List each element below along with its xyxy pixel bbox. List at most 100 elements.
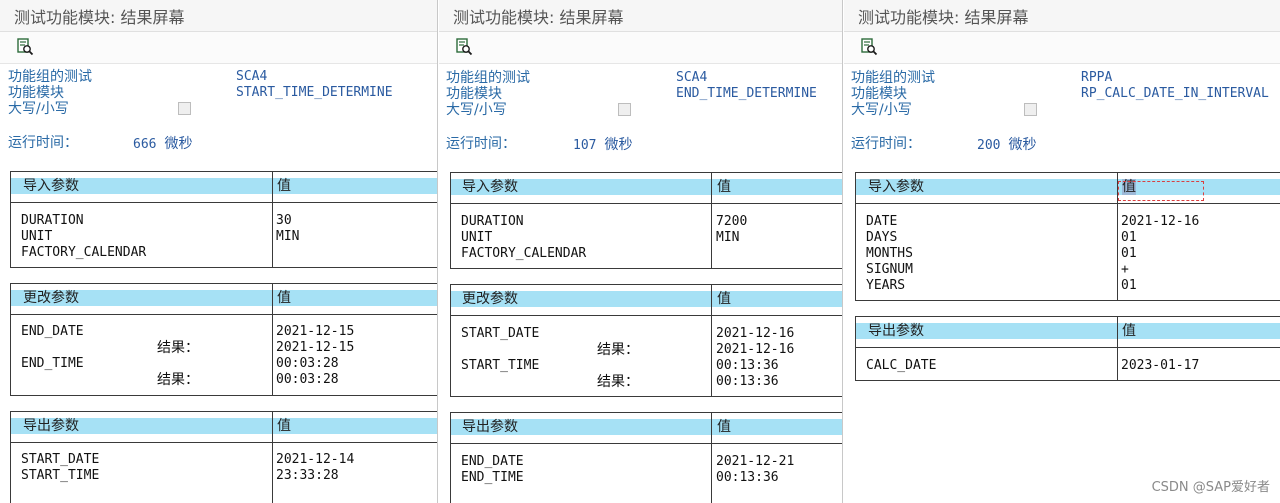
title-bar: 测试功能模块: 结果屏幕 — [0, 0, 437, 32]
param-value: 00:13:36 — [716, 470, 779, 485]
result-value: 00:13:36 — [716, 374, 779, 389]
table-title: 导入参数 — [462, 179, 518, 195]
table-header-band: 更改参数 值 — [451, 291, 842, 307]
param-name: END_TIME — [21, 356, 84, 371]
table-header-band: 导入参数 值 — [451, 179, 842, 195]
screen-title: 测试功能模块: 结果屏幕 — [14, 8, 185, 27]
table-title: 导出参数 — [23, 418, 79, 434]
param-value: 2021-12-16 — [716, 326, 795, 341]
param-name: UNIT — [461, 230, 493, 245]
param-value: 01 — [1121, 278, 1137, 293]
title-bar: 测试功能模块: 结果屏幕 — [439, 0, 842, 32]
table-title: 导入参数 — [868, 179, 924, 195]
case-sensitive-label: 大写/小写 — [446, 102, 507, 118]
case-sensitive-checkbox[interactable] — [1024, 103, 1037, 116]
result-panel-end-time: 测试功能模块: 结果屏幕 功能组的测试 SCA4 功能模块 END_TIME_D… — [439, 0, 843, 503]
toolbar — [844, 32, 1280, 64]
value-header: 值 — [277, 418, 291, 434]
param-name: DURATION — [21, 213, 84, 228]
function-group-value: SCA4 — [676, 70, 708, 85]
param-name: FACTORY_CALENDAR — [21, 245, 147, 260]
param-value: 30 — [276, 213, 292, 228]
param-value: 00:03:28 — [276, 356, 339, 371]
screen-title: 测试功能模块: 结果屏幕 — [858, 8, 1029, 27]
result-label: 结果： — [157, 372, 199, 388]
param-value: 2021-12-16 — [1121, 214, 1200, 229]
param-value: 2021-12-14 — [276, 452, 355, 467]
table-header-band: 更改参数 值 — [11, 290, 437, 306]
import-params-table: 导入参数 值 DURATION 30 UNIT MIN FACTORY_CALE… — [10, 171, 437, 268]
case-sensitive-checkbox[interactable] — [618, 103, 631, 116]
title-bar: 测试功能模块: 结果屏幕 — [844, 0, 1280, 32]
export-params-table: 导出参数 值 END_DATE 2021-12-21 END_TIME 00:1… — [450, 412, 842, 503]
result-value: 2021-12-16 — [716, 342, 795, 357]
changing-params-table: 更改参数 值 END_DATE 2021-12-15 结果： 2021-12-1… — [10, 283, 437, 396]
param-value: MIN — [716, 230, 740, 245]
toolbar — [439, 32, 842, 64]
runtime-value: 107 微秒 — [573, 137, 633, 153]
param-name: SIGNUM — [866, 262, 913, 277]
param-value: 23:33:28 — [276, 468, 339, 483]
result-label: 结果： — [597, 342, 639, 358]
import-params-table: 导入参数 值 DURATION 7200 UNIT MIN FACTORY_CA… — [450, 172, 842, 269]
screenshot-collage: 测试功能模块: 结果屏幕 功能组的测试 SCA4 功能模块 START_TIME… — [0, 0, 1280, 503]
param-name: UNIT — [21, 229, 53, 244]
param-name: YEARS — [866, 278, 906, 293]
function-module-value: START_TIME_DETERMINE — [236, 85, 393, 100]
case-sensitive-label: 大写/小写 — [8, 101, 69, 117]
result-value: 00:03:28 — [276, 372, 339, 387]
param-name: START_TIME — [21, 468, 100, 483]
toolbar — [0, 32, 437, 64]
function-module-value: END_TIME_DETERMINE — [676, 86, 817, 101]
document-search-icon[interactable] — [860, 38, 878, 56]
param-name: START_DATE — [461, 326, 540, 341]
param-name: DAYS — [866, 230, 898, 245]
param-name: CALC_DATE — [866, 358, 937, 373]
function-group-label: 功能组的测试 — [851, 70, 935, 86]
watermark: CSDN @SAP爱好者 — [1151, 480, 1270, 495]
screen-title: 测试功能模块: 结果屏幕 — [453, 8, 624, 27]
import-params-table: 导入参数 值 DATE 2021-12-16 DAYS 01 MONTHS 01… — [855, 172, 1280, 301]
param-name: FACTORY_CALENDAR — [461, 246, 587, 261]
document-search-icon[interactable] — [16, 38, 34, 56]
function-module-label: 功能模块 — [851, 86, 907, 102]
result-panel-calc-date: 测试功能模块: 结果屏幕 功能组的测试 RPPA 功能模块 RP_CALC_DA… — [844, 0, 1280, 503]
function-group-label: 功能组的测试 — [446, 70, 530, 86]
runtime-label: 运行时间： — [851, 136, 921, 152]
function-module-label: 功能模块 — [446, 86, 502, 102]
value-header: 值 — [1122, 323, 1136, 339]
value-header: 值 — [717, 291, 731, 307]
param-value: 00:13:36 — [716, 358, 779, 373]
param-value: 7200 — [716, 214, 748, 229]
param-value: 2021-12-21 — [716, 454, 795, 469]
table-title: 导入参数 — [23, 178, 79, 194]
value-header: 值 — [277, 290, 291, 306]
changing-params-table: 更改参数 值 START_DATE 2021-12-16 结果： 2021-12… — [450, 284, 842, 397]
runtime-label: 运行时间： — [8, 135, 78, 151]
runtime-label: 运行时间： — [446, 136, 516, 152]
table-title: 更改参数 — [462, 291, 518, 307]
table-title: 导出参数 — [462, 419, 518, 435]
function-group-value: RPPA — [1081, 70, 1113, 85]
value-header: 值 — [277, 178, 291, 194]
param-value: 2023-01-17 — [1121, 358, 1200, 373]
table-header-band: 导出参数 值 — [451, 419, 842, 435]
result-value: 2021-12-15 — [276, 340, 355, 355]
table-header-band: 导入参数 值 — [11, 178, 437, 194]
document-search-icon[interactable] — [455, 38, 473, 56]
function-module-value: RP_CALC_DATE_IN_INTERVAL — [1081, 86, 1269, 101]
table-title: 导出参数 — [868, 323, 924, 339]
param-name: START_TIME — [461, 358, 540, 373]
value-header: 值 — [717, 179, 731, 195]
param-name: END_TIME — [461, 470, 524, 485]
param-value: MIN — [276, 229, 300, 244]
table-header-band: 导入参数 值 — [856, 179, 1280, 195]
param-value: 01 — [1121, 246, 1137, 261]
param-name: END_DATE — [461, 454, 524, 469]
case-sensitive-checkbox[interactable] — [178, 102, 191, 115]
value-header: 值 — [717, 419, 731, 435]
case-sensitive-label: 大写/小写 — [851, 102, 912, 118]
param-name: DURATION — [461, 214, 524, 229]
result-panel-start-time: 测试功能模块: 结果屏幕 功能组的测试 SCA4 功能模块 START_TIME… — [0, 0, 438, 503]
param-value: + — [1121, 262, 1129, 277]
